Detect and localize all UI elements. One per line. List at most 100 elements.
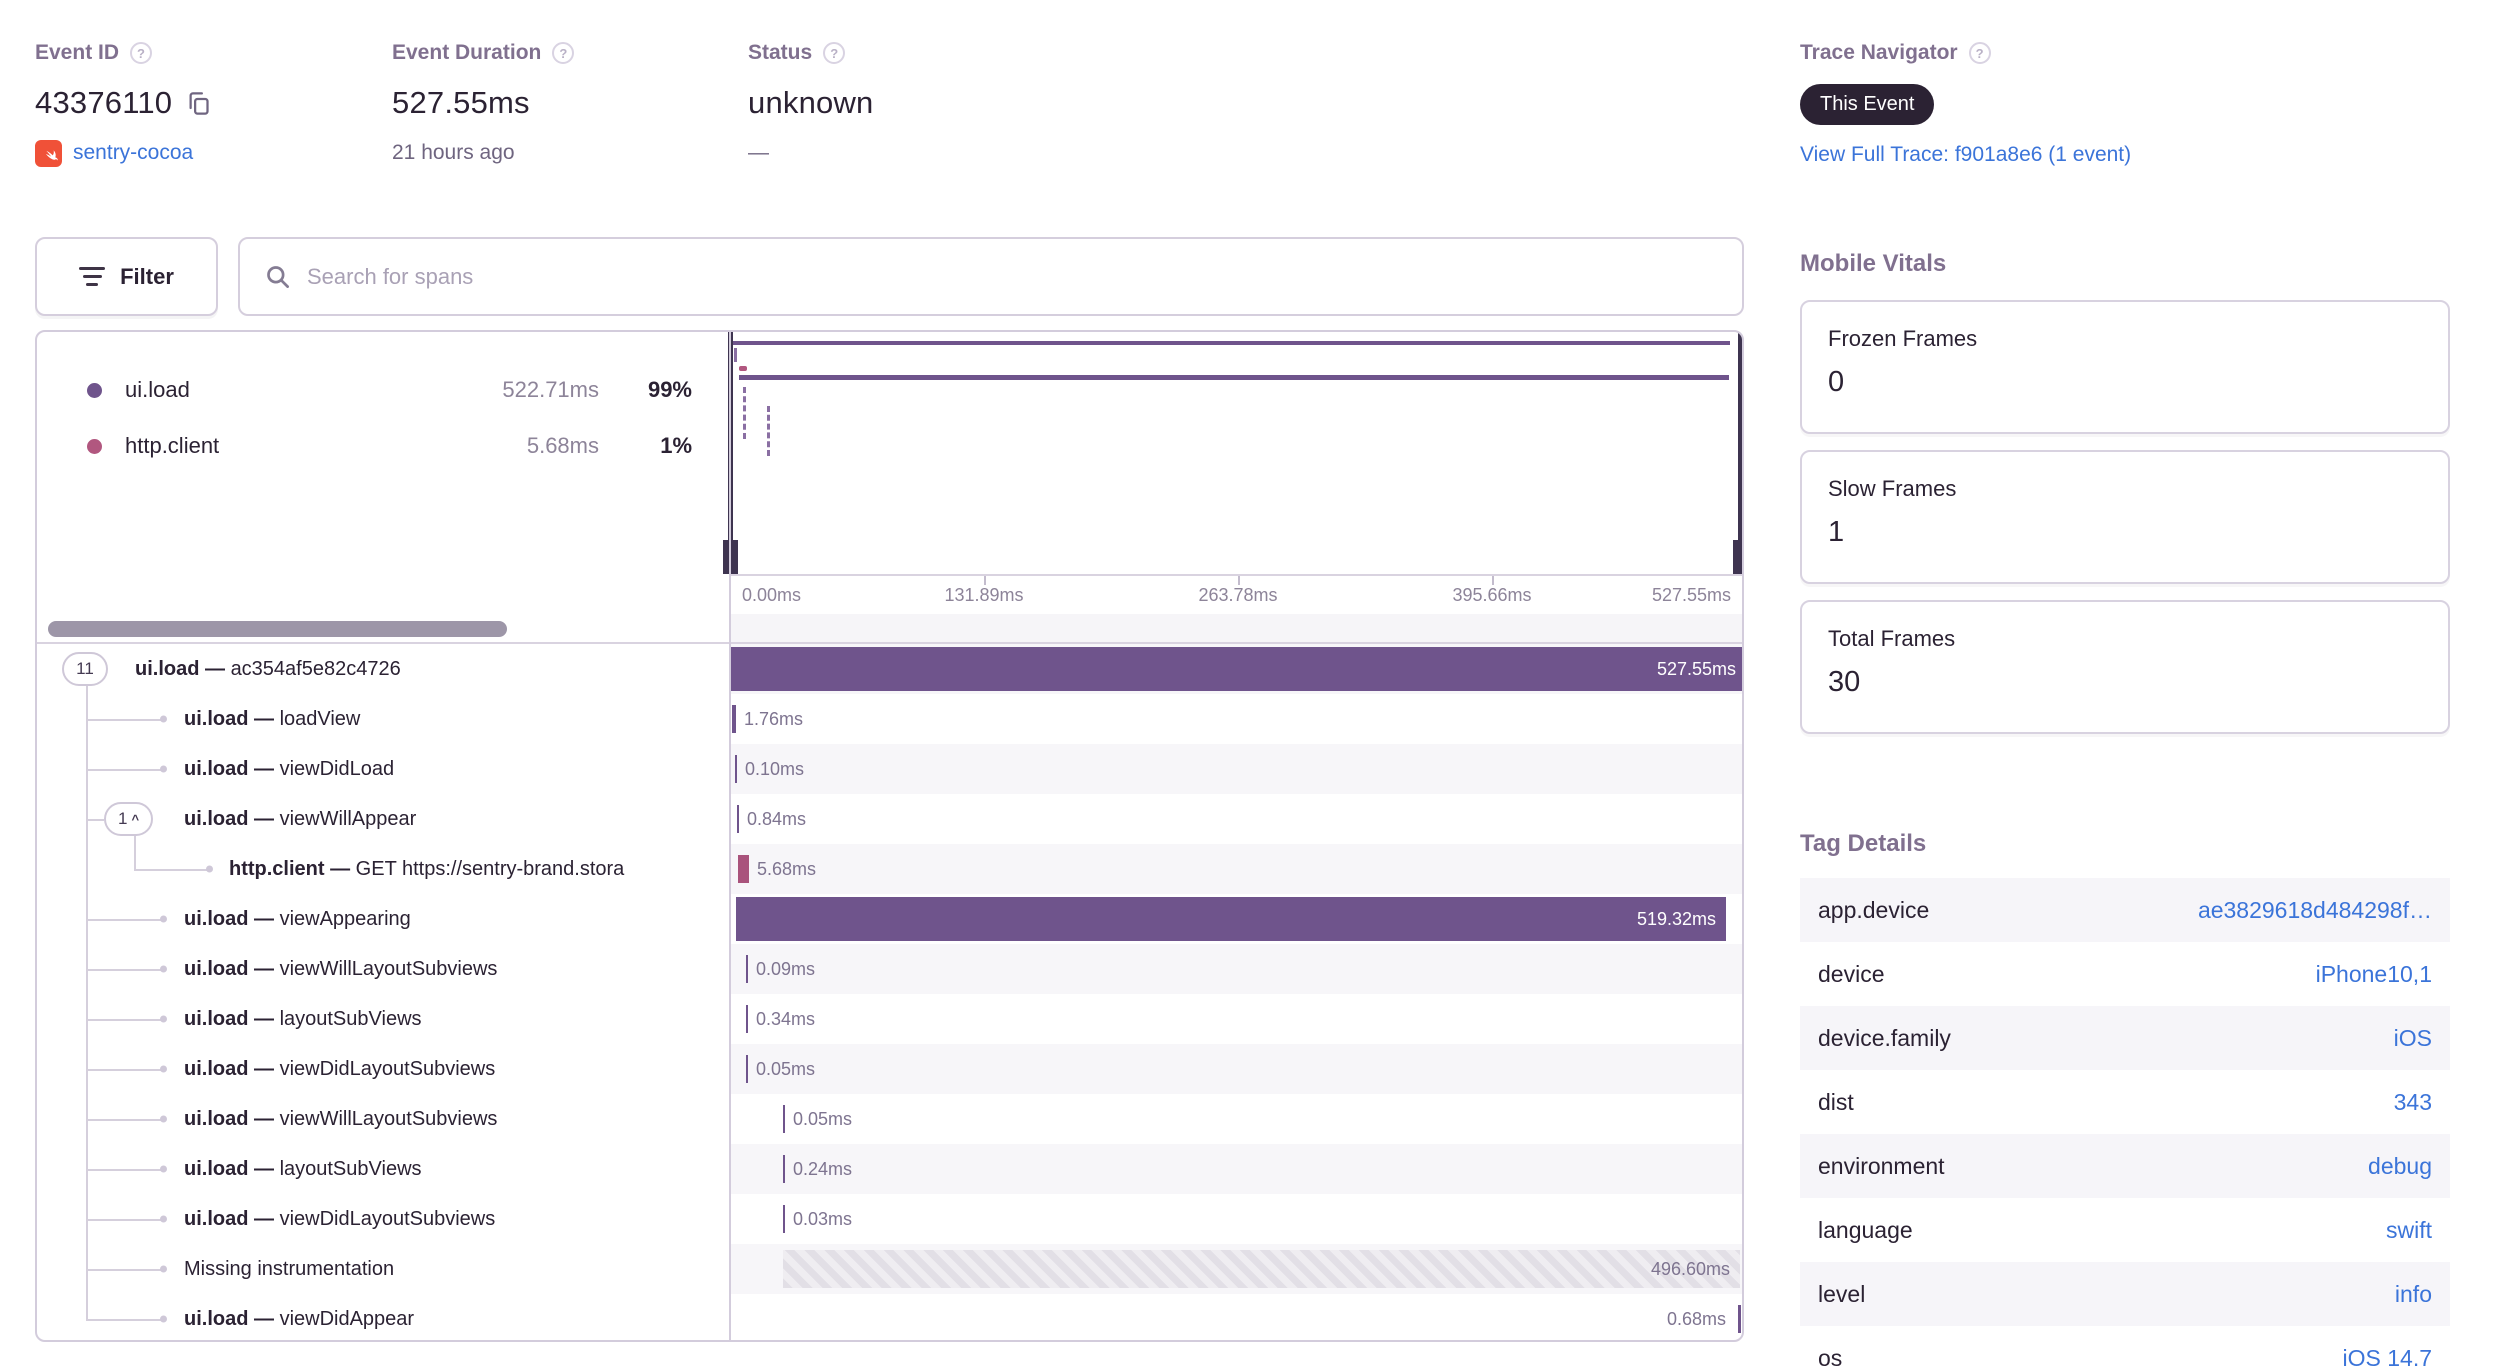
tag-value-link[interactable]: iOS 14.7	[2343, 1345, 2433, 1366]
span-bar-cell[interactable]: 0.84ms	[730, 794, 1742, 844]
span-tree-row-label[interactable]: ui.load — viewDidAppear	[37, 1294, 730, 1340]
span-bar-cell[interactable]: 0.34ms	[730, 994, 1742, 1044]
span-bar-cell[interactable]: 0.05ms	[730, 1094, 1742, 1144]
span-tree-row[interactable]: ui.load — viewWillLayoutSubviews 0.05ms	[37, 1094, 1742, 1144]
legend-op: ui.load	[125, 377, 190, 402]
help-icon[interactable]: ?	[552, 42, 575, 64]
tree-bars-divider[interactable]	[729, 332, 731, 1340]
span-tree-row[interactable]: 11 ui.load — ac354af5e82c4726 527.55ms	[37, 644, 1742, 694]
legend-row-ui-load[interactable]: ui.load 522.71ms 99%	[37, 362, 729, 418]
project-link[interactable]: sentry-cocoa	[73, 141, 193, 165]
span-duration-bar[interactable]	[732, 705, 736, 733]
legend-row-http-client[interactable]: http.client 5.68ms 1%	[37, 418, 729, 474]
span-tree-row-label[interactable]: 1 ^ ui.load — viewWillAppear	[37, 794, 730, 844]
span-bar-cell[interactable]: 527.55ms	[730, 644, 1742, 694]
span-search-box[interactable]	[238, 237, 1744, 316]
span-duration-bar[interactable]: 519.32ms	[736, 897, 1726, 941]
span-tree-row-label[interactable]: 11 ui.load — ac354af5e82c4726	[37, 644, 730, 694]
view-full-trace-link[interactable]: View Full Trace: f901a8e6 (1 event)	[1800, 143, 2131, 166]
span-duration-bar[interactable]	[738, 855, 749, 883]
help-icon[interactable]: ?	[1968, 42, 1991, 64]
help-icon[interactable]: ?	[823, 42, 846, 64]
minimap-time-axis: 0.00ms 131.89ms 263.78ms 395.66ms 527.55…	[730, 574, 1742, 614]
span-tree-row-label[interactable]: ui.load — loadView	[37, 694, 730, 744]
span-duration-bar[interactable]: 496.60ms	[783, 1250, 1740, 1288]
span-tree-row[interactable]: Missing instrumentation 496.60ms	[37, 1244, 1742, 1294]
span-op: ui.load —	[184, 1158, 280, 1180]
span-bar-cell[interactable]: 519.32ms	[730, 894, 1742, 944]
span-tree-row-label[interactable]: ui.load — layoutSubViews	[37, 994, 730, 1044]
tag-value-link[interactable]: info	[2395, 1281, 2432, 1308]
span-tree-row-label[interactable]: ui.load — layoutSubViews	[37, 1144, 730, 1194]
span-duration-bar[interactable]	[737, 805, 739, 833]
span-bar-cell[interactable]: 0.10ms	[730, 744, 1742, 794]
span-bar-cell[interactable]: 0.03ms	[730, 1194, 1742, 1244]
span-tree-row[interactable]: ui.load — viewDidLayoutSubviews 0.03ms	[37, 1194, 1742, 1244]
search-input[interactable]	[307, 263, 1718, 290]
minimap-span-area[interactable]	[723, 332, 1742, 574]
span-op: ui.load —	[184, 808, 280, 830]
span-bar-cell[interactable]: 0.05ms	[730, 1044, 1742, 1094]
span-bar-cell[interactable]: 496.60ms	[730, 1244, 1742, 1294]
span-description: ui.load — viewWillLayoutSubviews	[37, 1094, 730, 1144]
span-tree-row-label[interactable]: ui.load — viewDidLayoutSubviews	[37, 1194, 730, 1244]
span-tree-row-label[interactable]: ui.load — viewWillLayoutSubviews	[37, 944, 730, 994]
tag-value-link[interactable]: iPhone10,1	[2316, 961, 2432, 988]
copy-icon[interactable]	[185, 90, 212, 117]
span-tree-row[interactable]: ui.load — viewDidAppear 0.68ms	[37, 1294, 1742, 1340]
span-bar-cell[interactable]: 1.76ms	[730, 694, 1742, 744]
this-event-badge: This Event	[1800, 84, 1935, 125]
span-duration-bar[interactable]	[746, 1055, 748, 1083]
span-bar-cell[interactable]: 5.68ms	[730, 844, 1742, 894]
span-duration-bar[interactable]	[735, 755, 737, 783]
tag-value-link[interactable]: swift	[2386, 1217, 2432, 1244]
span-tree-row[interactable]: ui.load — viewDidLoad 0.10ms	[37, 744, 1742, 794]
span-duration-bar[interactable]	[783, 1155, 785, 1183]
span-op: ui.load —	[184, 908, 280, 930]
span-tree-row[interactable]: ui.load — viewDidLayoutSubviews 0.05ms	[37, 1044, 1742, 1094]
span-tree-row[interactable]: ui.load — loadView 1.76ms	[37, 694, 1742, 744]
chevron-up-icon: ^	[131, 811, 140, 827]
tag-value-link[interactable]: iOS	[2394, 1025, 2432, 1052]
span-description: Missing instrumentation	[37, 1244, 730, 1294]
span-tree-row[interactable]: ui.load — layoutSubViews 0.34ms	[37, 994, 1742, 1044]
span-count-pill[interactable]: 1 ^	[104, 802, 154, 836]
span-tree-row-label[interactable]: ui.load — viewDidLayoutSubviews	[37, 1044, 730, 1094]
vital-value: 30	[1828, 666, 1861, 698]
span-duration-bar[interactable]	[783, 1205, 785, 1233]
tree-scrollbar-track[interactable]	[37, 614, 1742, 644]
span-tree-row[interactable]: http.client — GET https://sentry-brand.s…	[37, 844, 1742, 894]
tag-key: level	[1818, 1280, 1866, 1307]
span-duration-bar[interactable]	[783, 1105, 785, 1133]
event-duration-column: Event Duration ? 527.55ms 21 hours ago	[392, 38, 575, 167]
span-duration-bar[interactable]	[746, 955, 748, 983]
span-bar-cell[interactable]: 0.24ms	[730, 1144, 1742, 1194]
span-tree-row-label[interactable]: ui.load — viewAppearing	[37, 894, 730, 944]
filter-icon	[79, 267, 106, 286]
span-bar-cell[interactable]: 0.68ms	[730, 1294, 1742, 1340]
span-tree-row-label[interactable]: Missing instrumentation	[37, 1244, 730, 1294]
tag-value-link[interactable]: ae3829618d484298f…	[2198, 897, 2432, 924]
filter-button[interactable]: Filter	[35, 237, 218, 316]
span-tree-row[interactable]: 1 ^ ui.load — viewWillAppear 0.84ms	[37, 794, 1742, 844]
vital-label: Total Frames	[1828, 626, 1956, 651]
help-icon[interactable]: ?	[130, 42, 153, 64]
trace-minimap[interactable]: 0.00ms 131.89ms 263.78ms 395.66ms 527.55…	[723, 332, 1742, 614]
tag-value-link[interactable]: 343	[2394, 1089, 2432, 1116]
minimap-right-drag-handle[interactable]	[1733, 332, 1742, 574]
span-tree-row-label[interactable]: ui.load — viewDidLoad	[37, 744, 730, 794]
tree-scrollbar-thumb[interactable]	[48, 621, 507, 637]
span-tree-row-label[interactable]: ui.load — viewWillLayoutSubviews	[37, 1094, 730, 1144]
span-tree-row[interactable]: ui.load — viewAppearing 519.32ms	[37, 894, 1742, 944]
span-tree-row-label[interactable]: http.client — GET https://sentry-brand.s…	[37, 844, 730, 894]
span-duration-bar[interactable]: 527.55ms	[730, 647, 1742, 691]
span-tree-row[interactable]: ui.load — viewWillLayoutSubviews 0.09ms	[37, 944, 1742, 994]
tag-value-link[interactable]: debug	[2368, 1153, 2432, 1180]
span-name: layoutSubViews	[279, 1158, 422, 1180]
span-duration-bar[interactable]	[1738, 1305, 1741, 1333]
span-duration-bar[interactable]	[746, 1005, 748, 1033]
span-bar-cell[interactable]: 0.09ms	[730, 944, 1742, 994]
status-label: Status	[748, 41, 813, 64]
span-tree-row[interactable]: ui.load — layoutSubViews 0.24ms	[37, 1144, 1742, 1194]
span-count-pill[interactable]: 11	[62, 652, 108, 686]
